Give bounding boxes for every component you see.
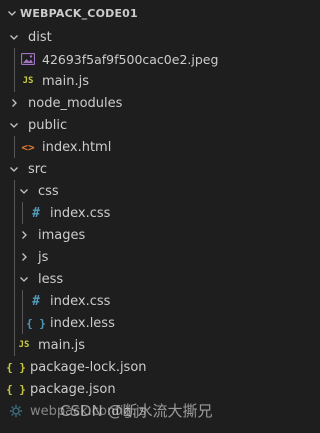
- chevron-down-icon[interactable]: [4, 5, 20, 21]
- gear-icon: [8, 403, 24, 419]
- tree-item-index-css[interactable]: # index.css: [0, 202, 256, 224]
- tree-item-label: 42693f5af9f500cac0e2.jpeg: [42, 51, 219, 67]
- tree-item-label: less: [38, 271, 64, 287]
- tree-item-public[interactable]: public: [0, 114, 256, 136]
- json-file-icon: { }: [6, 360, 26, 374]
- tree-item-dist[interactable]: dist: [0, 26, 256, 48]
- chevron-right-icon[interactable]: [6, 95, 22, 111]
- indent-guide-src: [14, 180, 15, 356]
- chevron-right-icon[interactable]: [16, 227, 32, 243]
- tree-item-label: images: [38, 227, 86, 243]
- html-file-icon: <>: [21, 140, 35, 154]
- indent-guide-less: [22, 290, 23, 334]
- css-file-icon: #: [32, 205, 40, 221]
- less-file-icon: { }: [26, 316, 46, 330]
- indent-guide-dist: [14, 48, 15, 92]
- tree-item-label: css: [38, 183, 59, 199]
- tree-item-index-html[interactable]: <> index.html: [0, 136, 256, 158]
- indent-guide-public: [14, 136, 15, 158]
- tree-item-label: public: [28, 117, 68, 133]
- tree-item-src-main-js[interactable]: JS main.js: [0, 334, 256, 356]
- javascript-file-icon: JS: [18, 340, 30, 350]
- tree-item-css-folder[interactable]: css: [0, 180, 256, 202]
- tree-item-label: src: [28, 161, 47, 177]
- tree-item-src[interactable]: src: [0, 158, 256, 180]
- tree-item-index-less[interactable]: { } index.less: [0, 312, 256, 334]
- tree-item-label: package-lock.json: [30, 359, 147, 375]
- tree-item-label: index.less: [50, 315, 115, 331]
- tree-item-js-folder[interactable]: js: [0, 246, 256, 268]
- tree-item-label: index.css: [50, 293, 111, 309]
- javascript-file-icon: JS: [22, 76, 34, 86]
- tree-item-package-lock-json[interactable]: { } package-lock.json: [0, 356, 256, 378]
- watermark: CSDN @断水流大撕兄: [60, 402, 213, 420]
- chevron-down-icon[interactable]: [6, 117, 22, 133]
- indent-guide-css: [22, 202, 23, 224]
- tree-item-label: node_modules: [28, 95, 123, 111]
- tree-item-jpeg[interactable]: 42693f5af9f500cac0e2.jpeg: [0, 48, 256, 70]
- tree-item-less-index-css[interactable]: # index.css: [0, 290, 256, 312]
- json-file-icon: { }: [6, 382, 26, 396]
- tree-item-node-modules[interactable]: node_modules: [0, 92, 256, 114]
- chevron-down-icon[interactable]: [16, 183, 32, 199]
- tree-item-label: index.css: [50, 205, 111, 221]
- explorer-root[interactable]: WEBPACK_CODE01: [0, 0, 256, 26]
- tree-item-main-js[interactable]: JS main.js: [0, 70, 256, 92]
- image-file-icon: [20, 51, 36, 67]
- tree-item-label: package.json: [30, 381, 116, 397]
- tree-item-label: index.html: [42, 139, 112, 155]
- chevron-down-icon[interactable]: [6, 29, 22, 45]
- tree-item-label: dist: [28, 29, 52, 45]
- tree-item-images[interactable]: images: [0, 224, 256, 246]
- tree-item-label: main.js: [38, 337, 85, 353]
- css-file-icon: #: [32, 293, 40, 309]
- explorer-root-label: WEBPACK_CODE01: [20, 6, 138, 20]
- chevron-down-icon[interactable]: [6, 161, 22, 177]
- chevron-down-icon[interactable]: [16, 271, 32, 287]
- tree-item-package-json[interactable]: { } package.json: [0, 378, 256, 400]
- chevron-right-icon[interactable]: [16, 249, 32, 265]
- tree-item-label: main.js: [42, 73, 89, 89]
- tree-item-less-folder[interactable]: less: [0, 268, 256, 290]
- tree-item-label: js: [38, 249, 49, 265]
- file-explorer: WEBPACK_CODE01 dist 42693f5af9f500cac0e2…: [0, 0, 256, 433]
